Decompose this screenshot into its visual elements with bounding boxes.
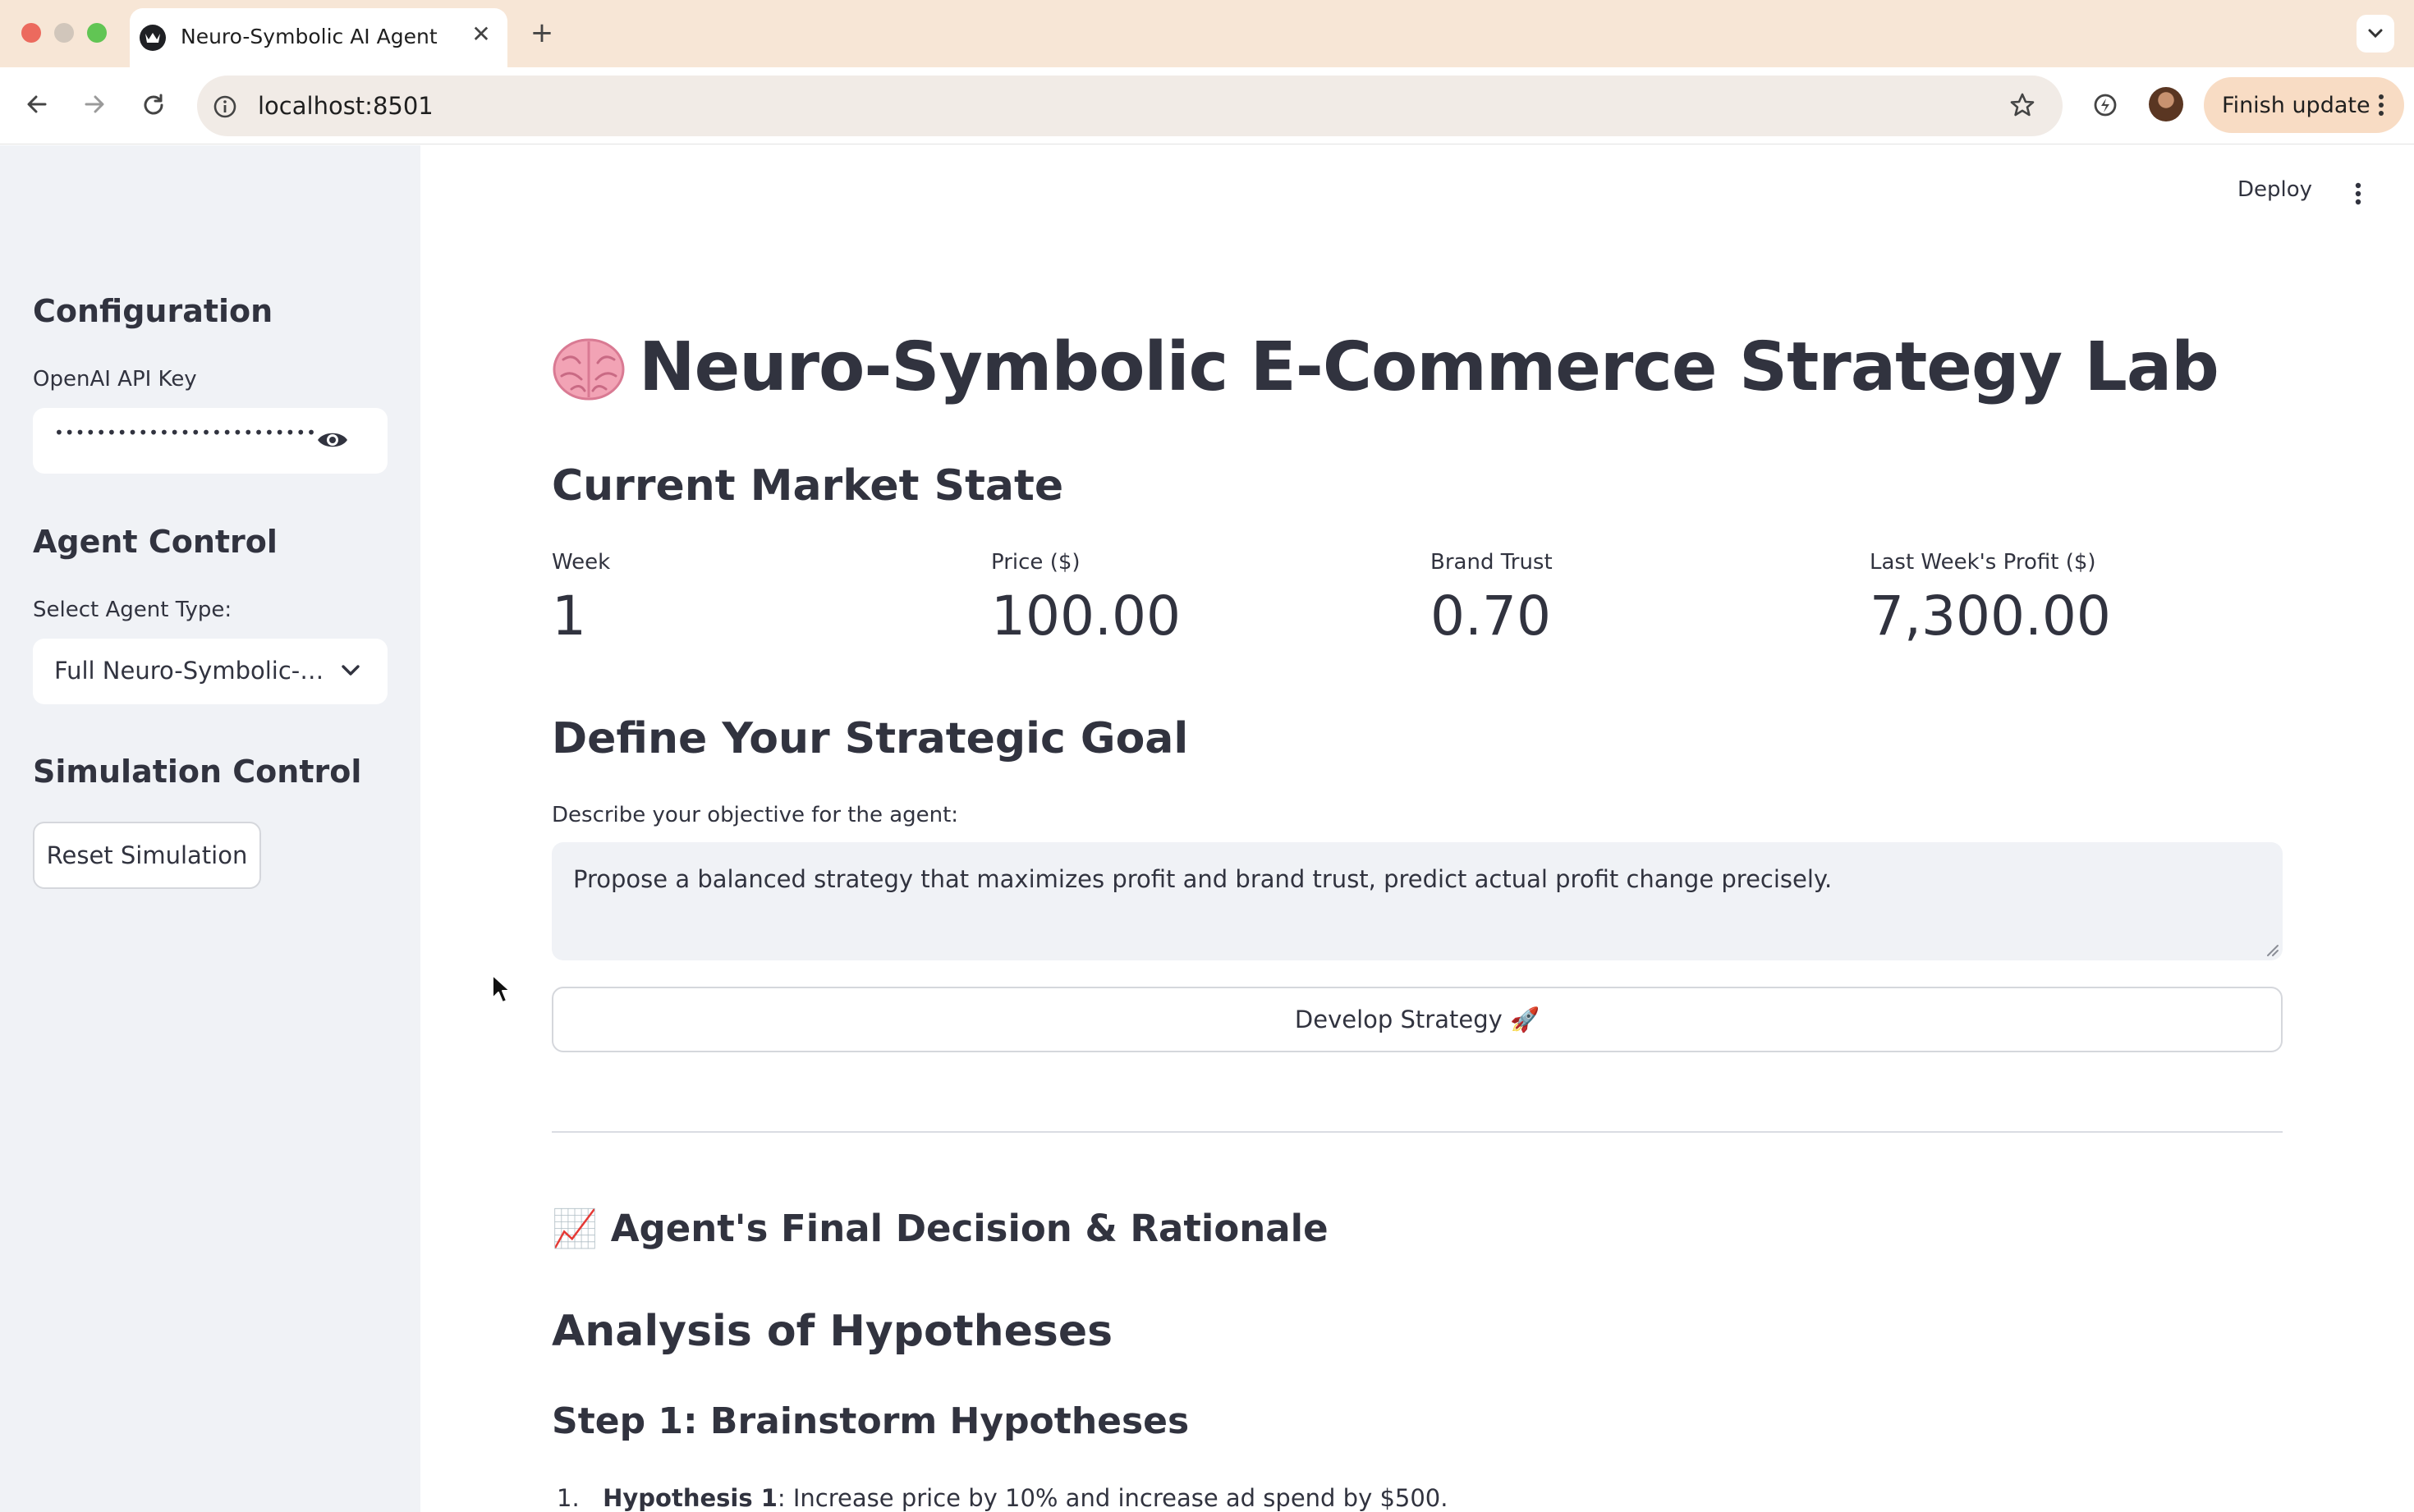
arrow-left-icon xyxy=(27,95,47,113)
tab-search-button[interactable] xyxy=(2357,15,2394,53)
metric-label-brand-trust: Brand Trust xyxy=(1430,550,1553,575)
agent-type-label: Select Agent Type: xyxy=(33,598,232,622)
address-bar[interactable]: localhost:8501 xyxy=(197,76,2063,136)
reset-simulation-label: Reset Simulation xyxy=(46,841,248,869)
agent-type-select[interactable]: Full Neuro-Symbolic-… xyxy=(33,639,388,704)
tab-close-button[interactable]: ✕ xyxy=(466,20,496,49)
browser-tab-active[interactable]: Neuro-Symbolic AI Agent ✕ xyxy=(130,8,507,67)
section-divider xyxy=(552,1131,2283,1133)
url-text[interactable]: localhost:8501 xyxy=(258,92,434,120)
chevron-down-icon xyxy=(342,665,360,676)
window-close-button[interactable] xyxy=(21,23,41,43)
chevron-down-icon xyxy=(2368,29,2383,39)
finish-update-label: Finish update xyxy=(2222,93,2370,118)
list-item-number: 1. xyxy=(557,1484,580,1512)
new-tab-button[interactable]: + xyxy=(525,16,558,49)
finish-update-button[interactable]: Finish update xyxy=(2204,77,2404,133)
hypothesis-text: : Increase price by 10% and increase ad … xyxy=(777,1484,1448,1512)
market-state-heading: Current Market State xyxy=(552,461,1064,511)
list-item: 1. Hypothesis 1: Increase price by 10% a… xyxy=(557,1484,1448,1512)
goal-field-label: Describe your objective for the agent: xyxy=(552,803,959,827)
streamlit-crown-icon xyxy=(140,25,166,51)
vertical-dots-icon[interactable] xyxy=(2353,181,2363,207)
configuration-heading: Configuration xyxy=(33,293,273,329)
deploy-button[interactable]: Deploy xyxy=(2237,177,2312,202)
info-circle-icon[interactable] xyxy=(212,94,238,120)
analysis-heading: Analysis of Hypotheses xyxy=(552,1307,1113,1356)
reload-button[interactable] xyxy=(135,85,172,123)
vertical-dots-icon xyxy=(2379,94,2384,116)
develop-strategy-button[interactable]: Develop Strategy 🚀 xyxy=(552,987,2283,1052)
metric-label-price: Price ($) xyxy=(991,550,1081,575)
mouse-pointer-icon xyxy=(492,974,511,1003)
extension-icon[interactable] xyxy=(2090,90,2120,123)
develop-strategy-label: Develop Strategy 🚀 xyxy=(1294,1006,1540,1033)
sidebar: Configuration OpenAI API Key •••••••••••… xyxy=(0,145,420,1512)
brain-icon xyxy=(553,338,625,401)
agent-control-heading: Agent Control xyxy=(33,524,278,560)
window-minimize-button[interactable] xyxy=(54,23,74,43)
browser-tab-bar: Neuro-Symbolic AI Agent ✕ + xyxy=(0,0,2414,67)
bookmark-star-icon[interactable] xyxy=(2008,91,2036,122)
back-button[interactable] xyxy=(18,85,56,123)
window-zoom-button[interactable] xyxy=(87,23,107,43)
metric-value-brand-trust: 0.70 xyxy=(1430,584,1551,648)
page-title: Neuro-Symbolic E-Commerce Strategy Lab xyxy=(639,328,2219,406)
eye-icon[interactable] xyxy=(316,426,349,454)
hypothesis-label: Hypothesis 1 xyxy=(603,1484,778,1512)
reset-simulation-button[interactable]: Reset Simulation xyxy=(33,822,261,889)
goal-textarea-value[interactable]: Propose a balanced strategy that maximiz… xyxy=(573,865,1832,893)
avatar[interactable] xyxy=(2149,87,2183,121)
final-decision-heading: 📈 Agent's Final Decision & Rationale xyxy=(552,1207,1329,1250)
step1-heading: Step 1: Brainstorm Hypotheses xyxy=(552,1400,1190,1442)
metric-label-week: Week xyxy=(552,550,611,575)
metric-value-last-week-profit: 7,300.00 xyxy=(1870,584,2111,648)
arrow-right-icon xyxy=(85,95,104,113)
resize-handle-icon[interactable] xyxy=(2265,942,2279,957)
api-key-masked-value[interactable]: ••••••••••••••••••••••••••••••••••••• xyxy=(54,423,317,442)
api-key-label: OpenAI API Key xyxy=(33,367,197,392)
agent-type-selected-value: Full Neuro-Symbolic-… xyxy=(54,657,324,685)
strategic-goal-heading: Define Your Strategic Goal xyxy=(552,714,1189,763)
metric-label-last-week-profit: Last Week's Profit ($) xyxy=(1870,550,2096,575)
browser-toolbar: localhost:8501 Finish update xyxy=(0,67,2414,144)
api-key-input[interactable]: ••••••••••••••••••••••••••••••••••••• xyxy=(33,408,388,474)
tab-title: Neuro-Symbolic AI Agent xyxy=(181,25,438,48)
goal-textarea[interactable]: Propose a balanced strategy that maximiz… xyxy=(552,842,2283,960)
forward-button[interactable] xyxy=(76,85,113,123)
metric-value-week: 1 xyxy=(552,584,586,648)
reload-icon xyxy=(144,94,163,115)
metric-value-price: 100.00 xyxy=(991,584,1181,648)
simulation-control-heading: Simulation Control xyxy=(33,754,362,790)
